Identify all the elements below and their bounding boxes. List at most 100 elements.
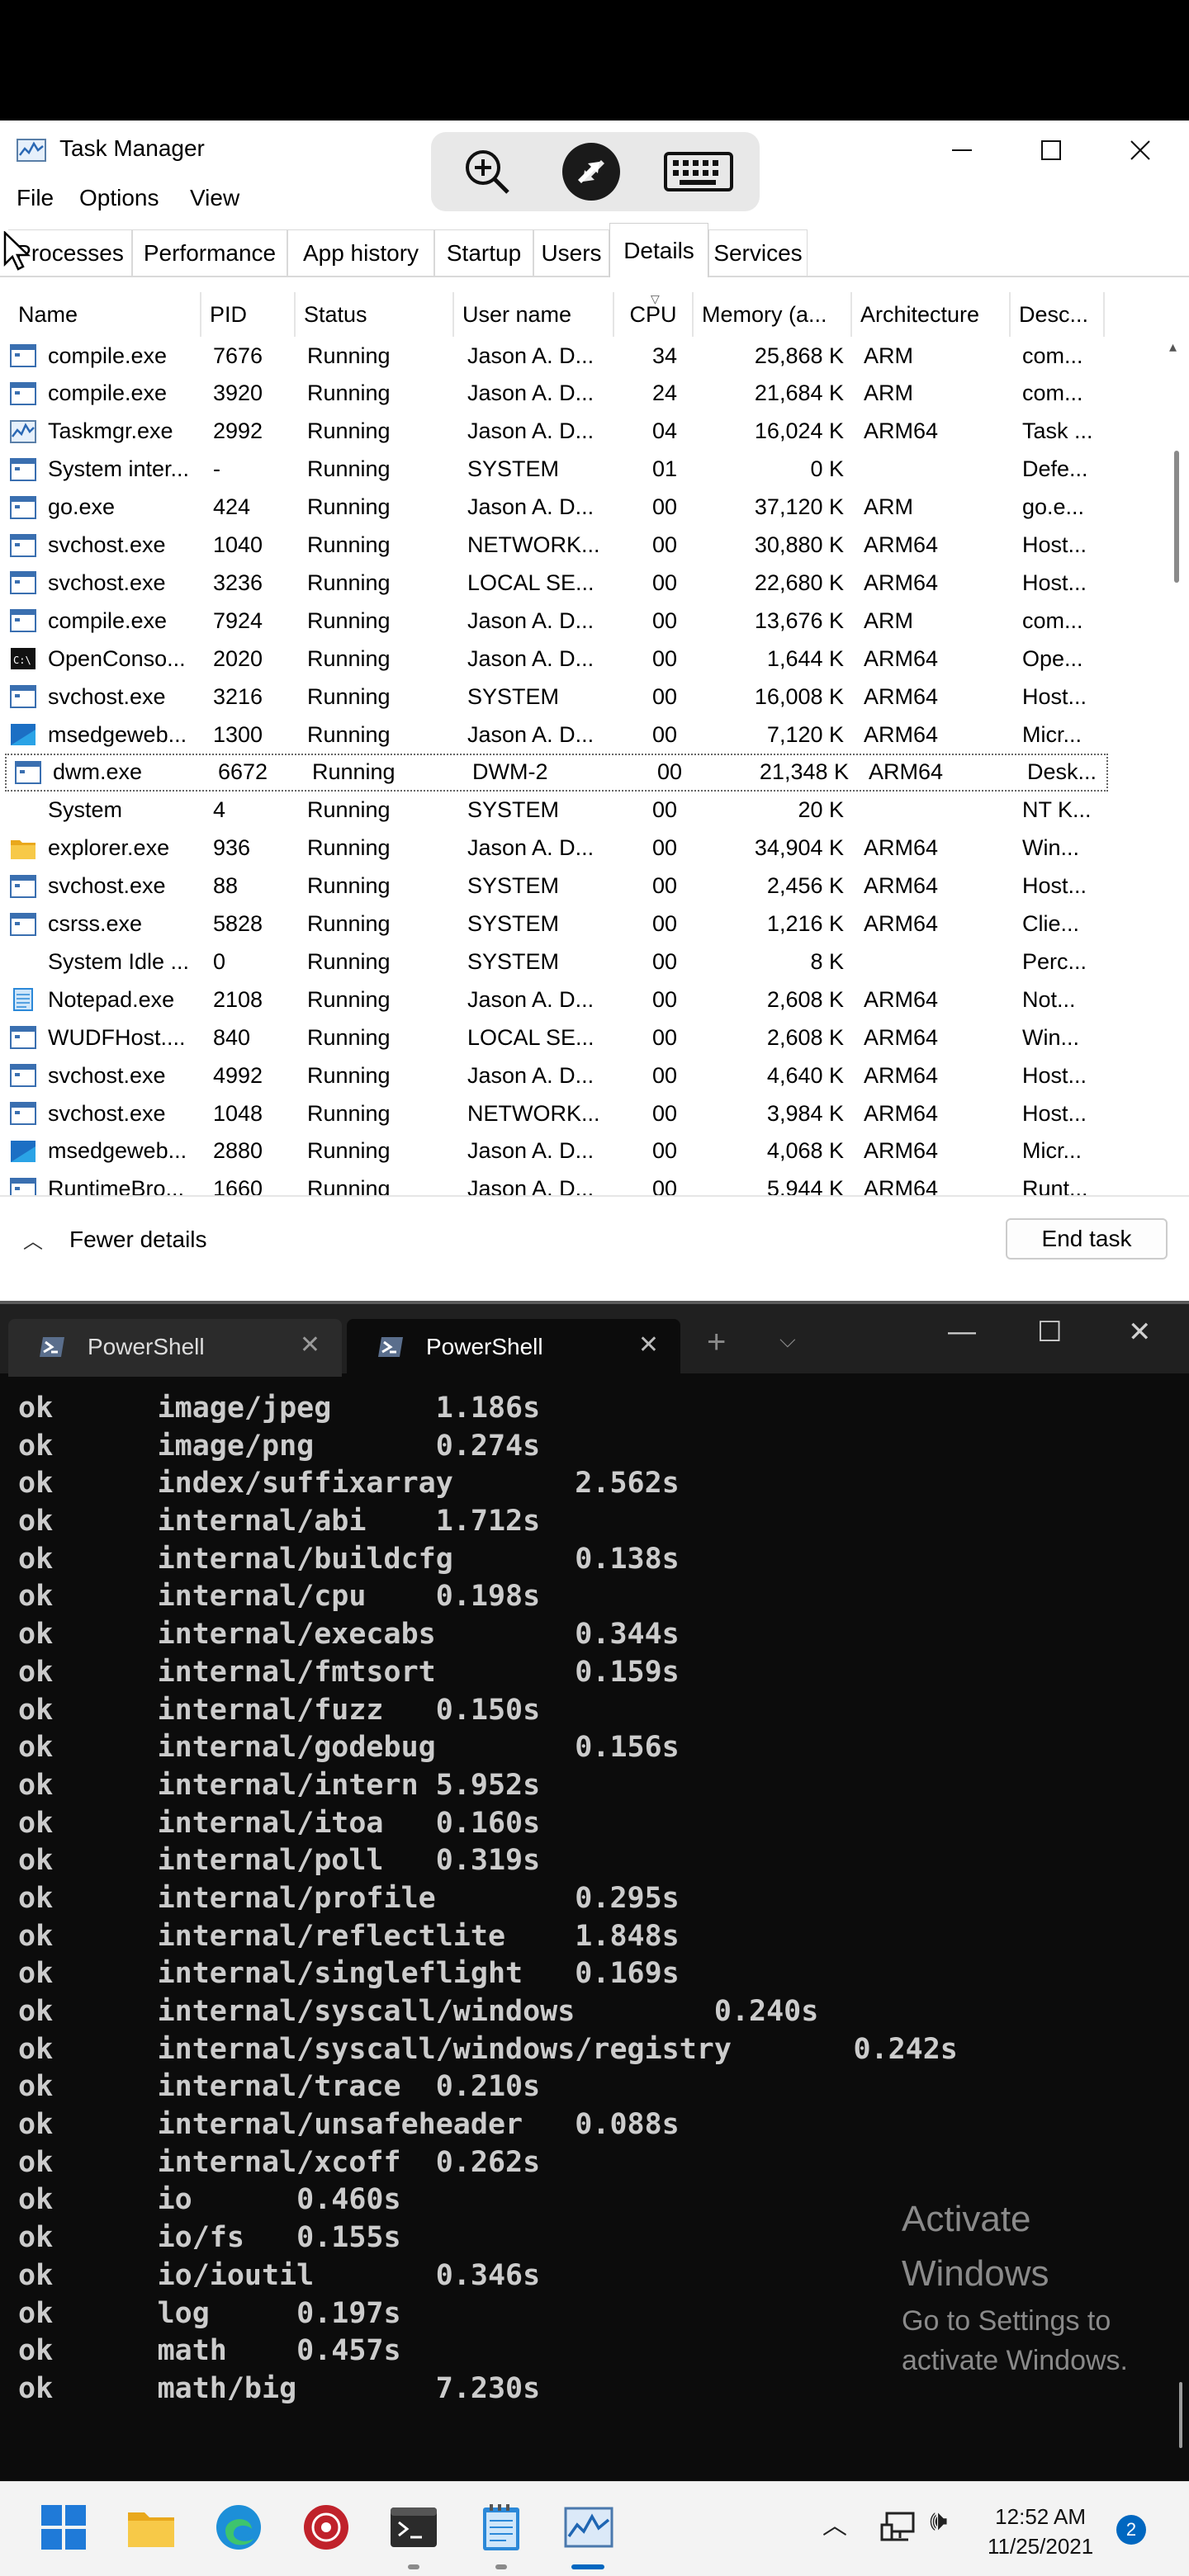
show-hidden-icons-chevron-icon[interactable]: ︿ <box>822 2505 847 2541</box>
remote-connection-button[interactable] <box>561 142 621 201</box>
cell-name: svchost.exe <box>48 570 166 595</box>
zoom-button[interactable] <box>457 142 517 201</box>
table-row[interactable]: Notepad.exe 2108 Running Jason A. D... 00 2,6… <box>0 981 1164 1019</box>
cell-status: Running <box>307 343 391 368</box>
start-button[interactable] <box>38 2502 89 2553</box>
cell-name: csrss.exe <box>48 911 143 936</box>
minimize-button[interactable] <box>925 127 999 173</box>
window-icon <box>10 495 36 519</box>
cell-description: com... <box>1022 607 1083 633</box>
cell-user-name: Jason A. D... <box>467 343 594 368</box>
table-row[interactable]: svchost.exe 1040 Running NETWORK... 00 30,880… <box>0 527 1164 565</box>
column-header-user-name[interactable]: User name <box>454 292 614 337</box>
terminal-maximize-icon[interactable]: ☐ <box>1037 1316 1062 1349</box>
cell-status: Running <box>307 1024 391 1050</box>
tab-performance[interactable]: Performance <box>132 229 287 276</box>
table-row[interactable]: C:\ OpenConso... 2020 Running Jason A. D... 0… <box>0 640 1164 678</box>
clock-date: 11/25/2021 <box>988 2534 1094 2559</box>
table-row[interactable]: WUDFHost.... 840 Running LOCAL SE... 00 2,608… <box>0 1019 1164 1056</box>
notepad-running-indicator <box>495 2564 507 2569</box>
table-row[interactable]: msedgeweb... 2880 Running Jason A. D... 00 4,… <box>0 1132 1164 1170</box>
system-clock[interactable]: 12:52 AM 11/25/2021 <box>988 2502 1093 2561</box>
table-row[interactable]: compile.exe 3920 Running Jason A. D... 24 21,… <box>0 375 1164 413</box>
table-row[interactable]: System inter... - Running SYSTEM 01 0 K Defe..… <box>0 451 1164 489</box>
cell-user-name: DWM-2 <box>472 759 548 785</box>
keyboard-button[interactable] <box>659 142 738 201</box>
table-row[interactable]: System Idle ... 0 Running SYSTEM 00 8 K Perc..… <box>0 943 1164 981</box>
table-row[interactable]: svchost.exe 88 Running SYSTEM 00 2,456 K ARM64… <box>0 867 1164 905</box>
scroll-up-icon[interactable]: ▴ <box>1169 338 1177 356</box>
close-button[interactable] <box>1103 127 1177 173</box>
terminal-line: ok internal/trace 0.210s <box>18 2070 541 2104</box>
webview-icon <box>10 1140 36 1163</box>
column-header-memory[interactable]: Memory (a... <box>694 292 852 337</box>
table-row[interactable]: dwm.exe 6672 Running DWM-2 00 21,348 K ARM64 De… <box>5 753 1108 792</box>
table-row[interactable]: svchost.exe 4992 Running Jason A. D... 00 4,6… <box>0 1056 1164 1094</box>
terminal-line: ok image/png 0.274s <box>18 1429 541 1463</box>
taskbar-notepad[interactable] <box>476 2502 527 2553</box>
taskbar-app[interactable] <box>301 2502 352 2553</box>
watermark-title: Activate Windows <box>902 2199 1049 2294</box>
cell-description: Micr... <box>1022 1138 1082 1164</box>
terminal-line: ok image/jpeg 1.186s <box>18 1392 541 1425</box>
table-row[interactable]: svchost.exe 1048 Running NETWORK... 00 3,984 … <box>0 1094 1164 1132</box>
terminal-line: ok internal/unsafeheader 0.088s <box>18 2108 680 2142</box>
tab-services[interactable]: Services <box>708 229 808 276</box>
taskbar-terminal[interactable] <box>388 2502 439 2553</box>
cell-architecture: ARM64 <box>864 873 939 899</box>
terminal-minimize-icon[interactable]: — <box>948 1316 976 1348</box>
chevron-up-icon[interactable]: ︿ <box>23 1225 43 1254</box>
table-row[interactable]: RuntimeBro... 1660 Running Jason A. D... 00 5… <box>0 1170 1164 1195</box>
tab-details[interactable]: Details <box>609 223 708 277</box>
column-header-pid[interactable]: PID <box>201 292 296 337</box>
terminal-line: ok internal/fuzz 0.150s <box>18 1693 541 1727</box>
table-row[interactable]: csrss.exe 5828 Running SYSTEM 00 1,216 K ARM64… <box>0 905 1164 943</box>
tab-users[interactable]: Users <box>533 229 609 276</box>
task-manager-window: Task Manager File Options View Processes… <box>0 121 1189 1301</box>
cell-memory: 0 K <box>810 456 844 482</box>
terminal-tab-1[interactable]: PowerShell ✕ <box>8 1319 342 1377</box>
chevron-down-icon[interactable]: ⌵ <box>779 1327 796 1354</box>
taskbar-file-explorer[interactable] <box>126 2502 177 2553</box>
table-row[interactable]: compile.exe 7676 Running Jason A. D... 34 25,… <box>0 337 1164 375</box>
cell-pid: 1048 <box>213 1100 263 1126</box>
menu-file[interactable]: File <box>17 185 54 211</box>
column-header-name[interactable]: Name <box>10 292 201 337</box>
notification-count-badge[interactable]: 2 <box>1116 2515 1146 2545</box>
cell-cpu: 00 <box>652 607 678 633</box>
cell-description: Host... <box>1022 873 1087 899</box>
tab-app-history[interactable]: App history <box>287 229 434 276</box>
table-row[interactable]: System 4 Running SYSTEM 00 20 K NT K... <box>0 792 1164 830</box>
column-header-architecture[interactable]: Architecture <box>852 292 1011 337</box>
vertical-scrollbar[interactable]: ▴ <box>1164 337 1189 1195</box>
column-header-description[interactable]: Desc... <box>1011 292 1105 337</box>
terminal-tab-2[interactable]: PowerShell ✕ <box>347 1319 680 1377</box>
cell-architecture: ARM64 <box>864 418 939 444</box>
menu-view[interactable]: View <box>190 185 239 211</box>
table-row[interactable]: svchost.exe 3236 Running LOCAL SE... 00 22,68… <box>0 564 1164 602</box>
column-header-status[interactable]: Status <box>296 292 454 337</box>
terminal-scrollbar[interactable] <box>1179 2382 1182 2448</box>
table-row[interactable]: explorer.exe 936 Running Jason A. D... 00 34,… <box>0 830 1164 867</box>
end-task-button[interactable]: End task <box>1006 1218 1168 1260</box>
close-tab-icon[interactable]: ✕ <box>638 1331 659 1359</box>
cell-pid: 2880 <box>213 1138 263 1164</box>
new-tab-plus-icon[interactable]: + <box>707 1324 726 1361</box>
table-row[interactable]: svchost.exe 3216 Running SYSTEM 00 16,008 K AR… <box>0 678 1164 716</box>
taskbar-task-manager[interactable] <box>563 2502 614 2553</box>
maximize-button[interactable] <box>1014 127 1088 173</box>
table-row[interactable]: go.exe 424 Running Jason A. D... 00 37,120 K A… <box>0 489 1164 527</box>
tab-startup[interactable]: Startup <box>434 229 533 276</box>
terminal-close-icon[interactable]: ✕ <box>1128 1316 1152 1349</box>
table-row[interactable]: Taskmgr.exe 2992 Running Jason A. D... 04 16,… <box>0 413 1164 451</box>
taskbar-edge[interactable] <box>213 2502 264 2553</box>
close-tab-icon[interactable]: ✕ <box>300 1331 320 1359</box>
network-icon[interactable] <box>880 2510 917 2543</box>
volume-icon[interactable]: 🕪 <box>930 2505 947 2537</box>
fewer-details-link[interactable]: Fewer details <box>69 1227 207 1253</box>
cell-memory: 2,608 K <box>766 986 844 1012</box>
table-row[interactable]: msedgeweb... 1300 Running Jason A. D... 00 7,… <box>0 716 1164 754</box>
table-row[interactable]: compile.exe 7924 Running Jason A. D... 00 13,… <box>0 602 1164 640</box>
menu-options[interactable]: Options <box>79 185 159 211</box>
scroll-thumb[interactable] <box>1174 451 1179 583</box>
